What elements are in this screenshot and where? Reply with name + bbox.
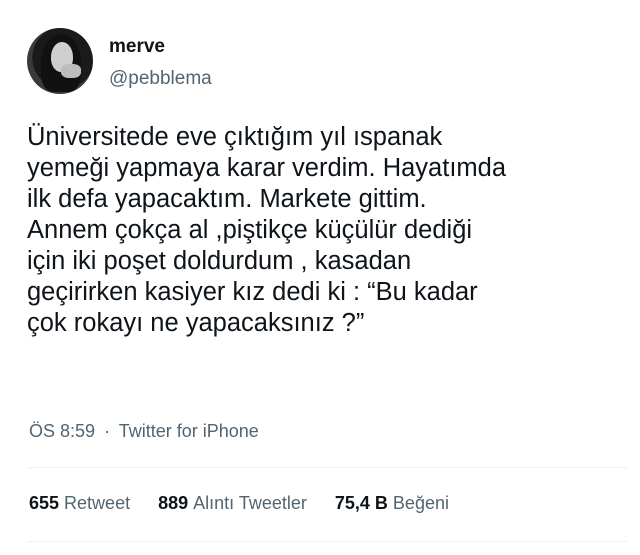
divider-top [27, 467, 628, 468]
divider-bottom [27, 541, 628, 542]
tweet-text: Üniversitede eve çıktığım yıl ıspanak ye… [27, 123, 507, 337]
retweet-count: 655 [29, 493, 60, 513]
likes-stat[interactable]: 75,4 B Beğeni [335, 493, 449, 514]
quote-tweets-stat[interactable]: 889 Alıntı Tweetler [158, 493, 307, 514]
quote-label: Alıntı Tweetler [193, 493, 307, 513]
quote-count: 889 [158, 493, 189, 513]
likes-count: 75,4 B [334, 493, 388, 513]
retweet-stat[interactable]: 655 Retweet [29, 493, 130, 514]
likes-label: Beğeni [392, 493, 449, 513]
engagement-stats: 655 Retweet 889 Alıntı Tweetler 75,4 B Beğe… [29, 493, 449, 514]
tweet-time[interactable]: ÖS 8:59 [29, 421, 95, 441]
avatar[interactable] [27, 28, 93, 94]
display-name[interactable]: merve [109, 36, 165, 58]
tweet-source[interactable]: Twitter for iPhone [119, 421, 259, 441]
tweet-meta: ÖS 8:59 · Twitter for iPhone [29, 421, 259, 442]
avatar-hand [61, 64, 81, 78]
user-handle[interactable]: @pebblema [109, 68, 212, 90]
retweet-label: Retweet [64, 493, 131, 513]
meta-separator: · [104, 421, 111, 441]
